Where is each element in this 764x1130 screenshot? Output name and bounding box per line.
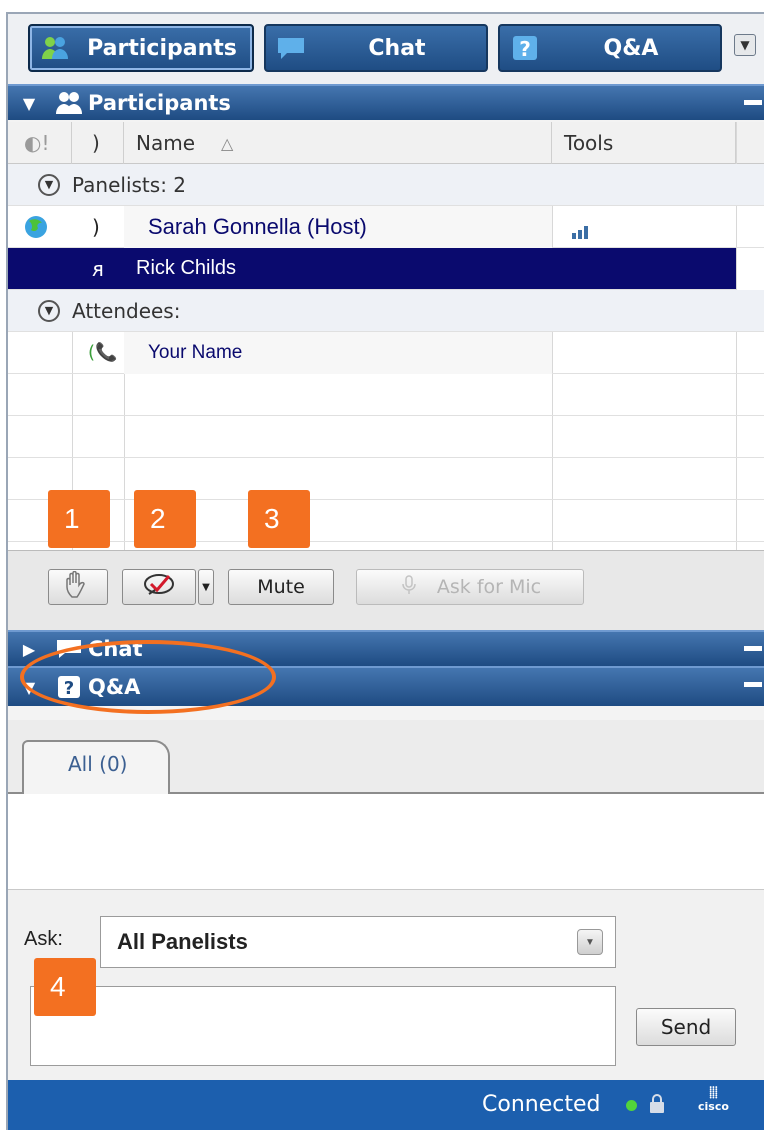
participants-section-header[interactable]: ▼ Participants xyxy=(8,84,764,120)
qa-tab-button[interactable]: ? Q&A xyxy=(498,24,722,72)
collapse-arrow-icon[interactable]: ▼ xyxy=(8,94,50,113)
feedback-check-icon xyxy=(141,572,177,603)
chevron-down-icon: ▼ xyxy=(202,581,210,593)
participant-toolbar: ▼ Mute Ask for Mic xyxy=(8,550,764,630)
participants-icon xyxy=(50,91,88,115)
expand-arrow-icon[interactable]: ▶ xyxy=(8,640,50,659)
top-tab-bar: Participants Chat ? Q&A ▼ xyxy=(8,14,764,84)
panelists-group-row[interactable]: ▼ Panelists: 2 xyxy=(8,164,764,206)
minimize-icon[interactable] xyxy=(744,682,762,687)
participants-grid: ◐! ) Name △ Tools ▼ Panelists: 2 ) Sarah… xyxy=(8,122,764,550)
webex-panel: Participants Chat ? Q&A ▼ ▼ Participants… xyxy=(6,12,764,1130)
empty-row xyxy=(8,458,764,500)
callout-badge-3: 3 xyxy=(248,490,310,548)
status-bar: Connected ⸽⸽⸽ cisco xyxy=(8,1080,764,1130)
raise-hand-button[interactable] xyxy=(48,569,108,605)
connected-indicator-icon xyxy=(626,1100,637,1111)
ask-recipient-value: All Panelists xyxy=(117,929,248,954)
empty-row xyxy=(8,374,764,416)
chat-tab-button[interactable]: Chat xyxy=(264,24,488,72)
signal-bars-icon xyxy=(572,220,590,244)
question-icon: ? xyxy=(508,33,542,63)
empty-row xyxy=(8,500,764,542)
cisco-logo: ⸽⸽⸽ cisco xyxy=(698,1086,729,1114)
participants-section-title: Participants xyxy=(88,91,231,115)
participants-icon xyxy=(38,33,72,63)
chat-bubble-icon xyxy=(274,33,308,63)
mute-button[interactable]: Mute xyxy=(228,569,334,605)
qa-section-header[interactable]: ▼ ? Q&A xyxy=(8,666,764,706)
feedback-dropdown-button[interactable]: ▼ xyxy=(198,569,214,605)
participant-name: Sarah Gonnella (Host) xyxy=(148,213,367,239)
feedback-button[interactable] xyxy=(122,569,196,605)
collapse-group-icon[interactable]: ▼ xyxy=(38,299,60,322)
tools-column-header[interactable]: Tools xyxy=(552,122,736,164)
question-icon: ? xyxy=(50,675,88,699)
qa-panel: All (0) Ask: All Panelists ▼ Send xyxy=(8,720,764,1082)
chat-section-header[interactable]: ▶ Chat xyxy=(8,630,764,666)
dropdown-menu-icon[interactable]: ▼ xyxy=(734,34,756,56)
callout-badge-1: 1 xyxy=(48,490,110,548)
participants-column-header: ◐! ) Name △ Tools xyxy=(8,122,764,164)
connection-status: Connected xyxy=(482,1092,601,1117)
qa-tab-strip: All (0) xyxy=(8,720,764,796)
ask-for-mic-button[interactable]: Ask for Mic xyxy=(356,569,584,605)
question-input[interactable] xyxy=(30,986,616,1066)
raise-hand-icon xyxy=(65,570,91,604)
participant-row-host[interactable]: ) Sarah Gonnella (Host) xyxy=(8,206,764,248)
callout-badge-2: 2 xyxy=(134,490,196,548)
participants-tab-label: Participants xyxy=(87,35,237,61)
ask-for-mic-label: Ask for Mic xyxy=(436,576,542,598)
minimize-icon[interactable] xyxy=(744,100,762,105)
participant-row-selected[interactable]: ᴙ Rick Childs xyxy=(8,248,736,290)
chevron-down-icon[interactable]: ▼ xyxy=(577,929,603,955)
phone-icon: ᴙ xyxy=(92,256,105,281)
panelists-group-label: Panelists: 2 xyxy=(72,172,187,197)
chat-section-title: Chat xyxy=(88,637,143,661)
status-column-header[interactable]: ◐! xyxy=(8,122,72,164)
sort-ascending-icon: △ xyxy=(221,133,234,153)
minimize-icon[interactable] xyxy=(744,646,762,651)
name-column-header[interactable]: Name △ xyxy=(124,122,552,164)
phone-column-header[interactable]: ) xyxy=(72,122,124,164)
qa-question-list[interactable] xyxy=(8,794,764,890)
qa-tab-all[interactable]: All (0) xyxy=(22,740,170,796)
attendees-group-row[interactable]: ▼ Attendees: xyxy=(8,290,764,332)
ask-label: Ask: xyxy=(24,928,63,950)
cisco-logo-text: cisco xyxy=(698,1100,729,1113)
participant-name: Your Name xyxy=(148,341,243,363)
participant-name: Rick Childs xyxy=(136,257,237,279)
empty-row xyxy=(8,416,764,458)
lock-icon xyxy=(649,1094,665,1114)
qa-tab-label: Q&A xyxy=(603,35,659,61)
callout-badge-4: 4 xyxy=(34,958,96,1016)
cisco-logo-bars: ⸽⸽⸽ xyxy=(709,1086,718,1099)
participants-tab-button[interactable]: Participants xyxy=(28,24,254,72)
chat-bubble-icon xyxy=(50,638,88,660)
svg-text:?: ? xyxy=(64,678,74,699)
ask-recipient-select[interactable]: All Panelists ▼ xyxy=(100,916,616,968)
phone-icon: ) xyxy=(92,214,100,239)
send-button[interactable]: Send xyxy=(636,1008,736,1046)
speaking-phone-icon: (📞 xyxy=(88,342,118,363)
participant-row-self[interactable]: (📞 Your Name xyxy=(8,332,764,374)
chat-tab-label: Chat xyxy=(368,35,426,61)
name-column-label: Name xyxy=(136,131,196,155)
collapse-group-icon[interactable]: ▼ xyxy=(38,173,60,196)
qa-section-title: Q&A xyxy=(88,675,141,699)
globe-status-icon xyxy=(24,215,48,244)
collapse-arrow-icon[interactable]: ▼ xyxy=(8,678,50,697)
attendees-group-label: Attendees: xyxy=(72,298,181,323)
microphone-icon xyxy=(399,574,419,600)
svg-text:?: ? xyxy=(519,37,531,61)
